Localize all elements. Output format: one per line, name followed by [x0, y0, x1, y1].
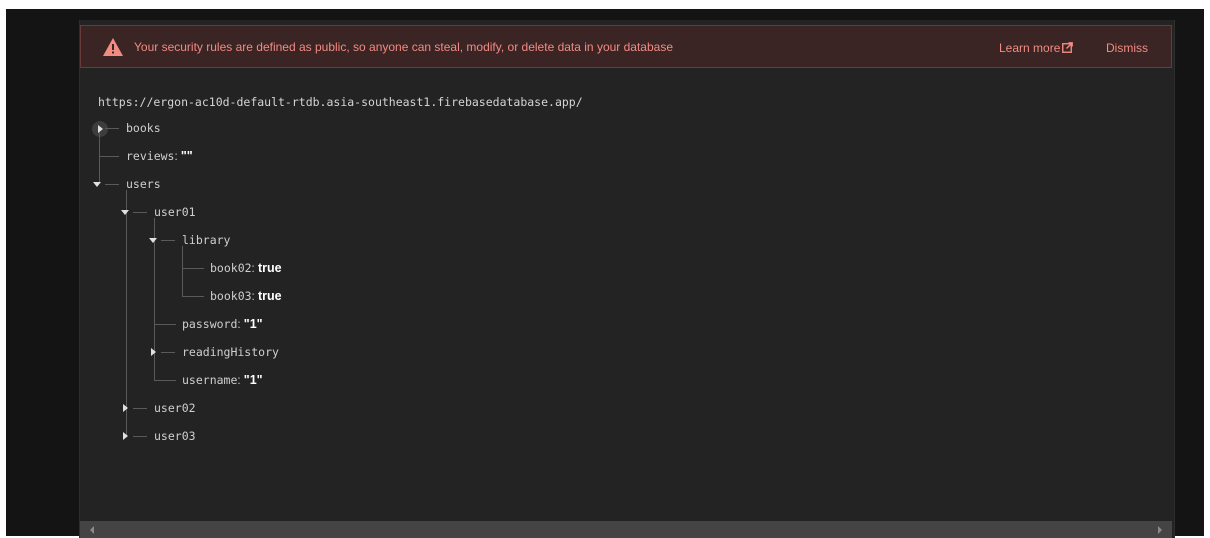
- app-frame: Your security rules are defined as publi…: [6, 9, 1204, 538]
- tree-node-user01[interactable]: user01: [154, 205, 196, 219]
- caret-right-icon: [123, 404, 128, 412]
- tree-connector: [182, 296, 204, 297]
- banner-message: Your security rules are defined as publi…: [134, 40, 673, 54]
- node-key: library: [182, 233, 231, 247]
- tree-connector: [133, 212, 147, 213]
- scroll-left-arrow-icon[interactable]: [90, 526, 94, 534]
- node-value[interactable]: true: [258, 261, 282, 275]
- node-value[interactable]: "1": [244, 373, 263, 387]
- tree-connector: [133, 408, 147, 409]
- caret-down-icon: [121, 210, 129, 215]
- node-value[interactable]: true: [258, 289, 282, 303]
- tree-node-reviews[interactable]: reviews: "": [126, 149, 193, 164]
- tree-node-book02[interactable]: book02: true: [210, 261, 282, 276]
- database-panel: Your security rules are defined as publi…: [79, 20, 1175, 538]
- node-key: books: [126, 121, 161, 135]
- expand-books-toggle[interactable]: [95, 124, 105, 134]
- collapse-library-toggle[interactable]: [148, 235, 158, 245]
- tree-node-books[interactable]: books: [126, 121, 161, 135]
- tree-connector: [154, 380, 176, 381]
- tree-connector: [161, 352, 175, 353]
- tree-node-library[interactable]: library: [182, 233, 230, 247]
- node-key: book02: [210, 261, 252, 275]
- tree-node-users[interactable]: users: [126, 177, 161, 191]
- node-value[interactable]: "": [181, 149, 193, 163]
- dismiss-button[interactable]: Dismiss: [1106, 41, 1148, 55]
- tree-connector: [133, 436, 147, 437]
- tree-connector: [99, 132, 100, 183]
- tree-connector: [105, 128, 119, 129]
- scroll-right-arrow-icon[interactable]: [1158, 526, 1162, 534]
- tree-node-password[interactable]: password: "1": [182, 317, 263, 332]
- node-key: username: [182, 373, 238, 387]
- node-key: user01: [154, 205, 196, 219]
- tree-connector: [161, 240, 175, 241]
- caret-down-icon: [149, 238, 157, 243]
- learn-more-link[interactable]: Learn more: [999, 41, 1074, 55]
- node-key: password: [182, 317, 238, 331]
- tree-connector: [182, 268, 204, 269]
- tree-node-book03[interactable]: book03: true: [210, 289, 282, 304]
- tree-node-user03[interactable]: user03: [154, 429, 196, 443]
- node-key: readingHistory: [182, 345, 279, 359]
- node-value[interactable]: "1": [244, 317, 263, 331]
- horizontal-scrollbar[interactable]: [80, 521, 1172, 538]
- expand-readinghistory-toggle[interactable]: [148, 347, 158, 357]
- collapse-users-toggle[interactable]: [92, 179, 102, 189]
- node-key: user03: [154, 429, 196, 443]
- warning-icon: [103, 38, 123, 56]
- caret-right-icon: [123, 432, 128, 440]
- node-key: reviews: [126, 149, 175, 163]
- tree-connector: [154, 324, 176, 325]
- learn-more-label: Learn more: [999, 41, 1061, 55]
- tree-node-readinghistory[interactable]: readingHistory: [182, 345, 279, 359]
- node-key: user02: [154, 401, 196, 415]
- tree-connector: [182, 246, 183, 297]
- database-url: https://ergon-ac10d-default-rtdb.asia-so…: [98, 95, 583, 109]
- node-key: book03: [210, 289, 252, 303]
- caret-right-icon: [98, 125, 103, 133]
- security-warning-banner: Your security rules are defined as publi…: [80, 25, 1172, 68]
- external-link-icon: [1062, 42, 1074, 53]
- tree-connector: [99, 156, 119, 157]
- tree-connector: [126, 190, 127, 437]
- caret-down-icon: [93, 182, 101, 187]
- node-key: users: [126, 177, 161, 191]
- tree-node-username[interactable]: username: "1": [182, 373, 263, 388]
- tree-connector: [105, 184, 119, 185]
- expand-user03-toggle[interactable]: [120, 431, 130, 441]
- caret-right-icon: [151, 348, 156, 356]
- tree-node-user02[interactable]: user02: [154, 401, 196, 415]
- collapse-user01-toggle[interactable]: [120, 207, 130, 217]
- expand-user02-toggle[interactable]: [120, 403, 130, 413]
